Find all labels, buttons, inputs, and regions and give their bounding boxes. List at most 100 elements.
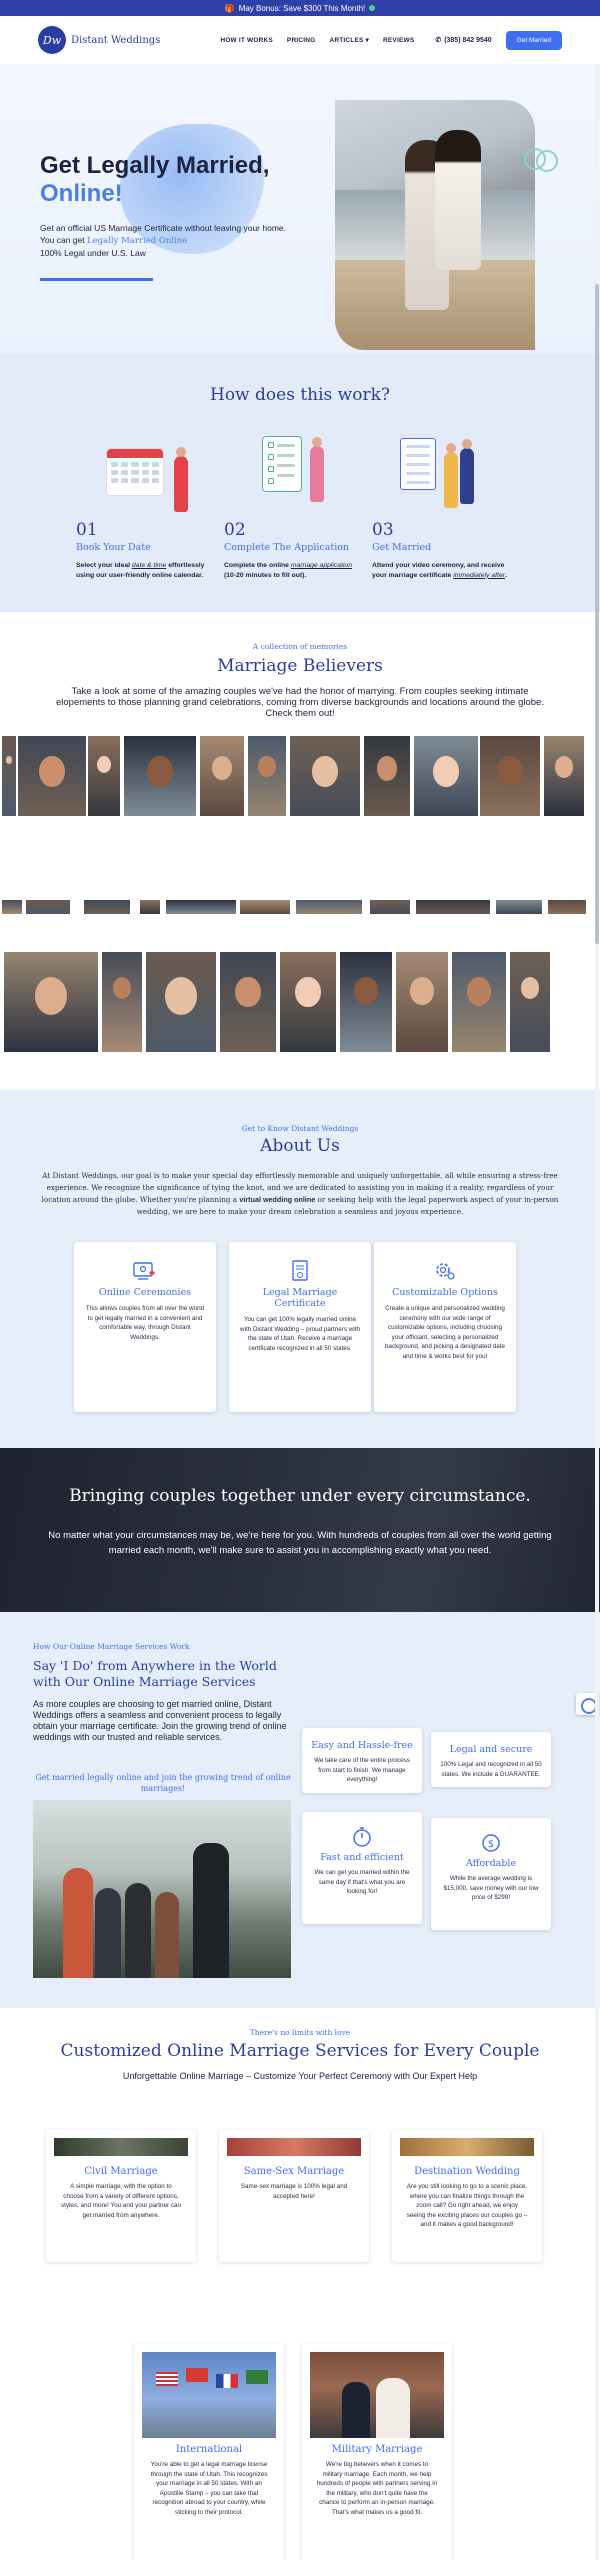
nav-item-reviews[interactable]: REVIEWS bbox=[383, 36, 414, 44]
calendar-illustration bbox=[76, 426, 188, 514]
card-legal-secure[interactable]: Legal and secure 100% Legal and recogniz… bbox=[431, 1732, 551, 1787]
marriage-believers-section: A collection of memories Marriage Believ… bbox=[0, 612, 600, 1090]
services-cta-link[interactable]: Get married legally online and join the … bbox=[33, 1772, 293, 1794]
couple-photo bbox=[496, 900, 542, 914]
main-nav: HOW IT WORKS PRICING ARTICLES ▾ REVIEWS bbox=[220, 36, 414, 45]
services-intro: As more couples are choosing to get marr… bbox=[33, 1699, 287, 1742]
logo[interactable]: Dw Distant Weddings bbox=[38, 26, 160, 54]
custom-kicker: There's no limits with love bbox=[249, 2028, 351, 2037]
online-services-section: How Our Online Marriage Services Work Sa… bbox=[0, 1612, 600, 2008]
promo-bar: 🎁 May Bonus: Save $300 This Month! bbox=[0, 0, 600, 16]
scrollbar-thumb[interactable] bbox=[595, 284, 599, 944]
card-fast-efficient[interactable]: Fast and efficient We can get you marrie… bbox=[302, 1812, 422, 1924]
banner-title: Bringing couples together under every ci… bbox=[69, 1486, 531, 1506]
couple-photo bbox=[124, 736, 196, 816]
couple-photo bbox=[26, 900, 70, 914]
chevron-down-icon: ▾ bbox=[365, 37, 369, 44]
step-1: 01 Book Your Date Select your ideal date… bbox=[76, 426, 216, 580]
card-description: You're able to get a legal marriage lice… bbox=[150, 2461, 268, 2516]
couple-photo bbox=[370, 900, 410, 914]
couple-photo bbox=[140, 900, 160, 914]
gear-icon bbox=[432, 1260, 458, 1282]
immediately-after-link[interactable]: immediately after bbox=[453, 572, 505, 579]
card-online-ceremonies[interactable]: Online Ceremonies This allows couples fr… bbox=[74, 1242, 216, 1412]
couple-photo bbox=[220, 952, 276, 1052]
card-destination-wedding[interactable]: Destination Wedding Are you still lookin… bbox=[392, 2130, 542, 2262]
couple-photo bbox=[2, 736, 16, 816]
couple-photo bbox=[510, 952, 550, 1052]
card-international[interactable]: International You're able to get a legal… bbox=[134, 2344, 284, 2560]
couple-photo bbox=[396, 952, 448, 1052]
card-easy-hassle-free[interactable]: Easy and Hassle-free We take care of the… bbox=[302, 1728, 422, 1793]
card-title: Fast and efficient bbox=[320, 1852, 404, 1863]
international-flags-image bbox=[142, 2352, 276, 2438]
couple-photo bbox=[544, 736, 584, 816]
certificate-icon bbox=[287, 1260, 313, 1282]
couple-photo bbox=[364, 736, 410, 816]
legally-married-online-link[interactable]: Legally Married Online bbox=[87, 236, 187, 246]
marriage-application-link[interactable]: marriage application bbox=[291, 562, 352, 569]
step-description: Select your ideal date & time effortless… bbox=[76, 562, 205, 579]
get-married-button[interactable]: Get Married bbox=[505, 30, 562, 50]
hero-section: Get Legally Married, Online! Get an offi… bbox=[0, 64, 600, 354]
card-title: Affordable bbox=[465, 1858, 517, 1869]
card-military-marriage[interactable]: Military Marriage We're big believers wh… bbox=[302, 2344, 452, 2560]
hero-underline bbox=[40, 278, 153, 281]
about-section: Get to Know Distant Weddings About Us At… bbox=[0, 1090, 600, 1448]
civil-marriage-image bbox=[54, 2138, 188, 2156]
step-number: 03 bbox=[372, 520, 394, 540]
date-time-link[interactable]: date & time bbox=[132, 562, 166, 569]
stopwatch-icon bbox=[351, 1826, 373, 1848]
logo-mark: Dw bbox=[38, 26, 66, 54]
nav-item-pricing[interactable]: PRICING bbox=[287, 36, 316, 44]
card-affordable[interactable]: $ Affordable While the average wedding i… bbox=[431, 1818, 551, 1930]
certificate-illustration bbox=[372, 426, 474, 514]
couple-photo bbox=[340, 952, 392, 1052]
gift-icon: 🎁 bbox=[224, 3, 235, 13]
same-sex-marriage-image bbox=[227, 2138, 361, 2156]
circumstance-banner: Bringing couples together under every ci… bbox=[0, 1448, 600, 1612]
card-civil-marriage[interactable]: Civil Marriage A simple marriage, with t… bbox=[46, 2130, 196, 2262]
card-title: Military Marriage bbox=[331, 2444, 423, 2455]
card-customizable-options[interactable]: Customizable Options Create a unique and… bbox=[374, 1242, 516, 1412]
card-title: Legal Marriage Certificate bbox=[262, 1287, 338, 1309]
step-description: Attend your video ceremony, and receive … bbox=[372, 562, 507, 579]
card-title: Civil Marriage bbox=[84, 2166, 158, 2177]
about-kicker: Get to Know Distant Weddings bbox=[241, 1124, 359, 1133]
how-it-works-title: How does this work? bbox=[210, 385, 390, 405]
customized-services-section: There's no limits with love Customized O… bbox=[0, 2008, 600, 2560]
nav-item-how-it-works[interactable]: HOW IT WORKS bbox=[220, 36, 273, 44]
step-description: Complete the online marriage application… bbox=[224, 562, 353, 579]
hero-couple-photo bbox=[335, 100, 535, 350]
couple-photo bbox=[166, 900, 236, 914]
checklist-illustration bbox=[224, 426, 324, 514]
svg-text:$: $ bbox=[488, 1839, 494, 1850]
couple-photo bbox=[416, 900, 490, 914]
couple-photo bbox=[548, 900, 586, 914]
card-description: 100% Legal and recognized in all 50 stat… bbox=[440, 1761, 542, 1778]
step-title: Get Married bbox=[372, 542, 432, 553]
about-body: At Distant Weddings, our goal is to make… bbox=[41, 1171, 559, 1216]
how-it-works-section: How does this work? 01 Book Your Date Se… bbox=[0, 354, 600, 612]
services-title: Say 'I Do' from Anywhere in the World wi… bbox=[33, 1658, 277, 1689]
couple-photo bbox=[248, 736, 286, 816]
card-description: Create a unique and personalized wedding… bbox=[384, 1305, 506, 1360]
page-scrollbar[interactable] bbox=[595, 64, 599, 2560]
nav-item-articles[interactable]: ARTICLES ▾ bbox=[329, 36, 369, 45]
status-dot-icon bbox=[369, 5, 376, 11]
site-header: Dw Distant Weddings HOW IT WORKS PRICING… bbox=[0, 16, 600, 64]
card-description: We take care of the entire process from … bbox=[314, 1757, 410, 1783]
card-same-sex-marriage[interactable]: Same-Sex Marriage Same-sex marriage is 1… bbox=[219, 2130, 369, 2262]
card-legal-certificate[interactable]: Legal Marriage Certificate You can get 1… bbox=[229, 1242, 371, 1412]
promo-text: May Bonus: Save $300 This Month! bbox=[238, 3, 366, 13]
phone-link[interactable]: ✆ (385) 842 9540 bbox=[435, 36, 491, 45]
card-title: Easy and Hassle-free bbox=[311, 1740, 413, 1751]
couple-photo bbox=[4, 952, 98, 1052]
believers-title: Marriage Believers bbox=[217, 656, 383, 676]
couple-photo bbox=[290, 736, 360, 816]
money-icon: $ bbox=[480, 1832, 502, 1854]
card-description: Are you still looking to go to a scenic … bbox=[406, 2183, 528, 2228]
believers-text: Take a look at some of the amazing coupl… bbox=[56, 686, 544, 719]
card-title: Legal and secure bbox=[449, 1744, 533, 1755]
phone-icon: ✆ bbox=[435, 37, 442, 44]
